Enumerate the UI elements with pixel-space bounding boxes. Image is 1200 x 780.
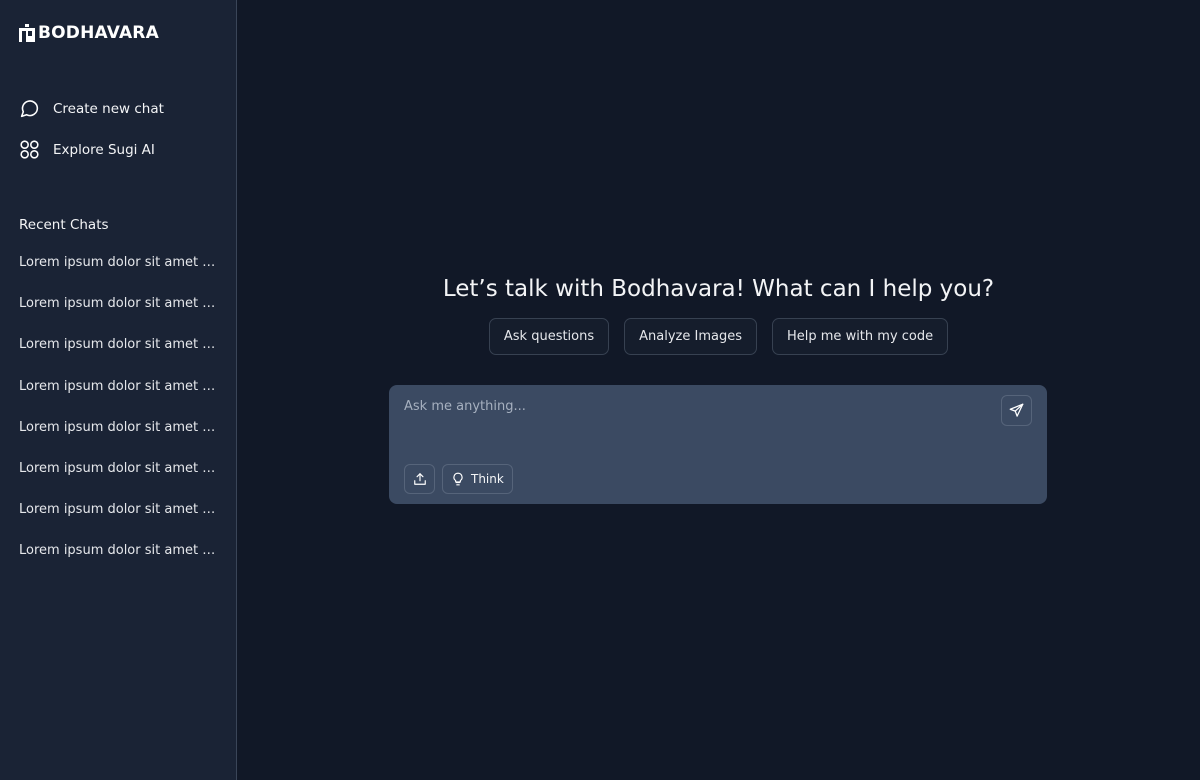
suggestion-chips: Ask questions Analyze Images Help me wit… — [237, 318, 1200, 355]
recent-chats-heading: Recent Chats — [19, 217, 109, 233]
recent-chat-item[interactable]: Lorem ipsum dolor sit amet bla... — [19, 255, 219, 296]
chat-input[interactable] — [404, 399, 984, 414]
upload-icon — [413, 473, 426, 485]
explore-sugi-ai-label: Explore Sugi AI — [53, 141, 155, 158]
grid-circles-icon — [19, 139, 40, 160]
recent-chat-item[interactable]: Lorem ipsum dolor sit amet bla... — [19, 543, 219, 584]
chat-bubble-icon — [19, 98, 40, 119]
recent-chat-item[interactable]: Lorem ipsum dolor sit amet bla... — [19, 461, 219, 502]
recent-chats-list: Lorem ipsum dolor sit amet bla... Lorem … — [19, 255, 219, 585]
suggestion-analyze-images[interactable]: Analyze Images — [624, 318, 757, 355]
recent-chat-item[interactable]: Lorem ipsum dolor sit amet bla... — [19, 502, 219, 543]
suggestion-help-with-code[interactable]: Help me with my code — [772, 318, 949, 355]
create-new-chat-label: Create new chat — [53, 100, 164, 117]
send-icon — [1009, 403, 1024, 417]
recent-chat-item[interactable]: Lorem ipsum dolor sit amet bla... — [19, 337, 219, 378]
main-panel: Let’s talk with Bodhavara! What can I he… — [237, 0, 1200, 780]
lightbulb-icon — [453, 472, 463, 486]
recent-chat-item[interactable]: Lorem ipsum dolor sit amet bla... — [19, 296, 219, 337]
think-label: Think — [471, 472, 504, 486]
recent-chat-item[interactable]: Lorem ipsum dolor sit amet bla... — [19, 379, 219, 420]
app-root: BODHAVARA Create new chat Explore Sugi A… — [0, 0, 1200, 780]
brand-logo[interactable]: BODHAVARA — [19, 23, 159, 43]
welcome-headline: Let’s talk with Bodhavara! What can I he… — [442, 276, 995, 302]
chat-composer: Think — [389, 385, 1047, 504]
sidebar: BODHAVARA Create new chat Explore Sugi A… — [0, 0, 237, 780]
explore-sugi-ai-button[interactable]: Explore Sugi AI — [19, 139, 155, 160]
send-button[interactable] — [1001, 395, 1032, 426]
think-button[interactable]: Think — [442, 464, 513, 494]
logo-icon — [19, 24, 35, 42]
brand-name: BODHAVARA — [38, 23, 159, 43]
suggestion-ask-questions[interactable]: Ask questions — [488, 318, 610, 355]
recent-chat-item[interactable]: Lorem ipsum dolor sit amet bla... — [19, 420, 219, 461]
upload-button[interactable] — [404, 464, 435, 494]
create-new-chat-button[interactable]: Create new chat — [19, 98, 164, 119]
